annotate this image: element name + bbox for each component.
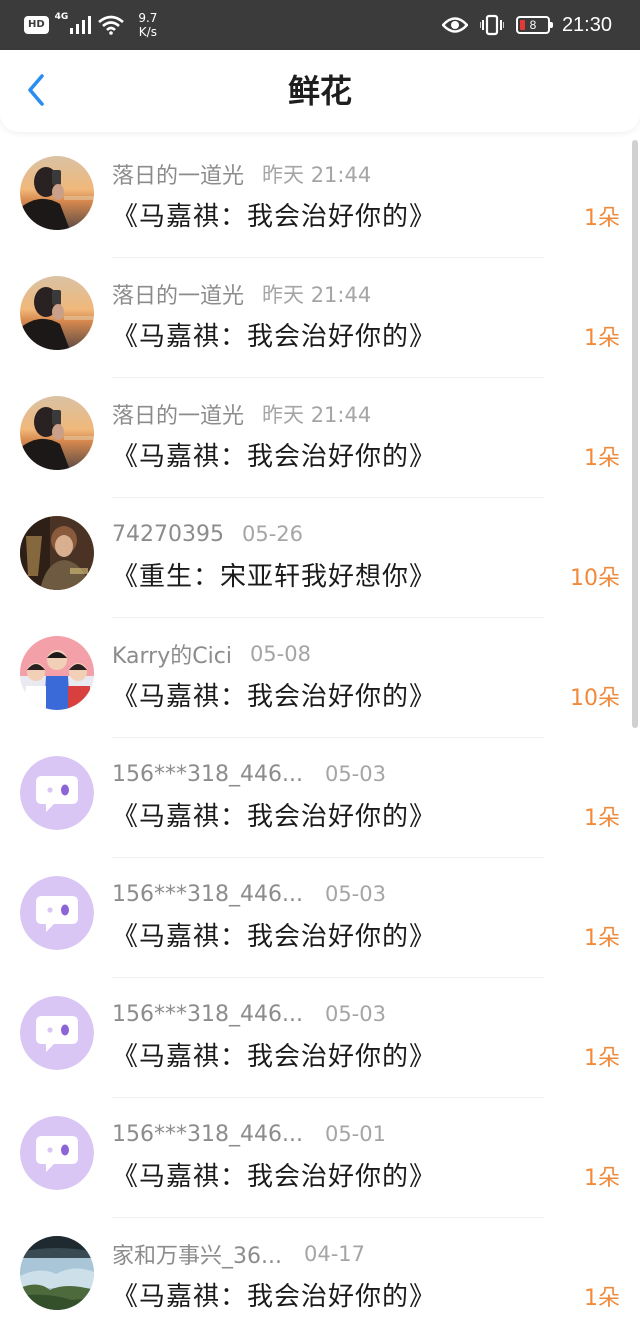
list-item[interactable]: 156***318_446... 05-03 《马嘉祺：我会治好你的》 1朵 bbox=[0, 978, 640, 1098]
book-title[interactable]: 《马嘉祺：我会治好你的》 bbox=[112, 436, 436, 473]
flower-count: 10朵 bbox=[570, 686, 620, 711]
book-title[interactable]: 《重生：宋亚轩我好想你》 bbox=[112, 556, 436, 593]
list-item[interactable]: 落日的一道光 昨天 21:44 《马嘉祺：我会治好你的》 1朵 bbox=[0, 138, 640, 258]
avatar[interactable] bbox=[20, 1116, 94, 1190]
avatar[interactable] bbox=[20, 396, 94, 470]
book-title[interactable]: 《马嘉祺：我会治好你的》 bbox=[112, 916, 436, 953]
avatar[interactable] bbox=[20, 996, 94, 1070]
flower-count: 1朵 bbox=[584, 206, 620, 231]
status-bar: HD 4G 9.7 K/s 8 21:30 bbox=[0, 0, 640, 50]
avatar[interactable] bbox=[20, 156, 94, 230]
avatar[interactable] bbox=[20, 1236, 94, 1310]
sender-name[interactable]: 落日的一道光 bbox=[112, 398, 244, 430]
sent-time: 05-08 bbox=[249, 642, 311, 666]
avatar[interactable] bbox=[20, 636, 94, 710]
eye-icon bbox=[441, 17, 468, 33]
book-title[interactable]: 《马嘉祺：我会治好你的》 bbox=[112, 316, 436, 353]
item-meta: 落日的一道光 昨天 21:44 bbox=[112, 398, 372, 430]
list-item[interactable]: 156***318_446... 05-03 《马嘉祺：我会治好你的》 1朵 bbox=[0, 738, 640, 858]
network-type: 4G bbox=[54, 12, 69, 22]
item-meta: 74270395 05-26 bbox=[112, 520, 303, 548]
list-item[interactable]: Karry的Cici 05-08 《马嘉祺：我会治好你的》 10朵 bbox=[0, 618, 640, 738]
wifi-icon bbox=[98, 15, 125, 35]
item-meta: 家和万事兴_36... 04-17 bbox=[112, 1238, 366, 1270]
sender-name[interactable]: 落日的一道光 bbox=[112, 158, 244, 190]
sent-time: 05-03 bbox=[324, 1002, 386, 1026]
app-header: 鲜花 bbox=[0, 50, 640, 132]
flower-count: 1朵 bbox=[584, 926, 620, 951]
flower-count: 1朵 bbox=[584, 1286, 620, 1311]
sender-name[interactable]: 家和万事兴_36... bbox=[112, 1238, 282, 1270]
flower-count: 1朵 bbox=[584, 806, 620, 831]
flower-count: 1朵 bbox=[584, 1046, 620, 1071]
book-title[interactable]: 《马嘉祺：我会治好你的》 bbox=[112, 196, 436, 233]
sent-time: 昨天 21:44 bbox=[262, 163, 372, 187]
item-meta: 156***318_446... 05-03 bbox=[112, 880, 386, 908]
sent-time: 05-01 bbox=[324, 1122, 386, 1146]
signal-icon bbox=[70, 16, 92, 34]
speed-unit: K/s bbox=[138, 25, 157, 39]
sender-name[interactable]: 156***318_446... bbox=[112, 762, 303, 787]
avatar[interactable] bbox=[20, 876, 94, 950]
clock: 21:30 bbox=[561, 13, 612, 36]
sent-time: 05-26 bbox=[241, 522, 304, 546]
sender-name[interactable]: 156***318_446... bbox=[112, 1002, 303, 1027]
book-title[interactable]: 《马嘉祺：我会治好你的》 bbox=[112, 1156, 436, 1193]
list-item[interactable]: 落日的一道光 昨天 21:44 《马嘉祺：我会治好你的》 1朵 bbox=[0, 258, 640, 378]
list-item[interactable]: 156***318_446... 05-01 《马嘉祺：我会治好你的》 1朵 bbox=[0, 1098, 640, 1218]
flower-count: 1朵 bbox=[584, 446, 620, 471]
item-meta: Karry的Cici 05-08 bbox=[112, 638, 311, 670]
back-button[interactable] bbox=[14, 68, 58, 112]
sender-name[interactable]: 74270395 bbox=[112, 522, 224, 547]
sent-time: 05-03 bbox=[324, 762, 386, 786]
chevron-left-icon bbox=[28, 74, 44, 106]
item-meta: 落日的一道光 昨天 21:44 bbox=[112, 158, 372, 190]
sent-time: 昨天 21:44 bbox=[262, 283, 372, 307]
book-title[interactable]: 《马嘉祺：我会治好你的》 bbox=[112, 1036, 436, 1073]
flower-count: 1朵 bbox=[584, 1166, 620, 1191]
page-title: 鲜花 bbox=[287, 72, 352, 110]
flower-count: 10朵 bbox=[570, 566, 620, 591]
book-title[interactable]: 《马嘉祺：我会治好你的》 bbox=[112, 796, 436, 833]
item-meta: 落日的一道光 昨天 21:44 bbox=[112, 278, 372, 310]
scrollbar[interactable] bbox=[632, 140, 638, 728]
sent-time: 05-03 bbox=[324, 882, 386, 906]
avatar[interactable] bbox=[20, 516, 94, 590]
item-meta: 156***318_446... 05-03 bbox=[112, 760, 386, 788]
sent-time: 昨天 21:44 bbox=[262, 403, 372, 427]
list-item[interactable]: 74270395 05-26 《重生：宋亚轩我好想你》 10朵 bbox=[0, 498, 640, 618]
flower-list: 落日的一道光 昨天 21:44 《马嘉祺：我会治好你的》 1朵 落日的一道光 昨天 21… bbox=[0, 138, 640, 1330]
sender-name[interactable]: Karry的Cici bbox=[112, 638, 232, 670]
list-item[interactable]: 落日的一道光 昨天 21:44 《马嘉祺：我会治好你的》 1朵 bbox=[0, 378, 640, 498]
item-meta: 156***318_446... 05-01 bbox=[112, 1120, 386, 1148]
network-speed: 9.7 K/s bbox=[138, 11, 157, 39]
vibrate-icon bbox=[479, 14, 504, 36]
book-title[interactable]: 《马嘉祺：我会治好你的》 bbox=[112, 1276, 436, 1313]
list-item[interactable]: 156***318_446... 05-03 《马嘉祺：我会治好你的》 1朵 bbox=[0, 858, 640, 978]
book-title[interactable]: 《马嘉祺：我会治好你的》 bbox=[112, 676, 436, 713]
hd-badge: HD bbox=[24, 16, 49, 34]
sender-name[interactable]: 156***318_446... bbox=[112, 882, 303, 907]
battery-level: 8 bbox=[529, 18, 537, 32]
avatar[interactable] bbox=[20, 756, 94, 830]
battery-icon: 8 bbox=[515, 16, 553, 34]
sender-name[interactable]: 156***318_446... bbox=[112, 1122, 303, 1147]
flower-count: 1朵 bbox=[584, 326, 620, 351]
sent-time: 04-17 bbox=[303, 1242, 366, 1266]
item-meta: 156***318_446... 05-03 bbox=[112, 1000, 386, 1028]
avatar[interactable] bbox=[20, 276, 94, 350]
list-item[interactable]: 家和万事兴_36... 04-17 《马嘉祺：我会治好你的》 1朵 bbox=[0, 1218, 640, 1330]
sender-name[interactable]: 落日的一道光 bbox=[112, 278, 244, 310]
speed-value: 9.7 bbox=[138, 11, 158, 25]
